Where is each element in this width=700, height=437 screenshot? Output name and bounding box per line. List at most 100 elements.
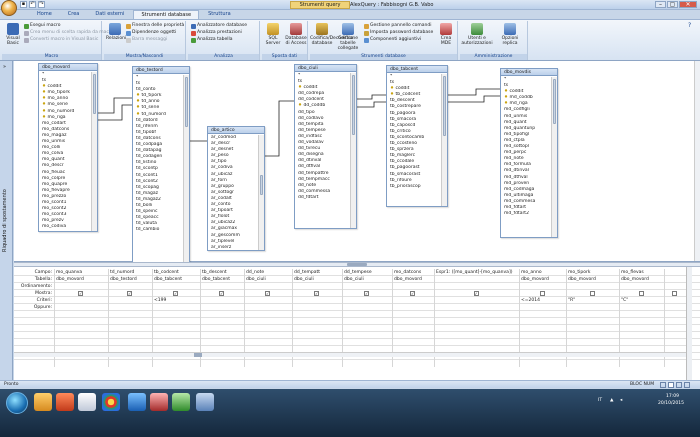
minimize-button[interactable]: – — [655, 1, 666, 8]
field-item[interactable]: tb_priorascop — [387, 184, 441, 190]
table-dbo-ciuli[interactable]: dbo_ciuli * ts ♦ coddit dd_codrepa dd_codcen… — [294, 64, 357, 229]
grid-cell-criteri[interactable]: <199 — [152, 297, 200, 304]
finestra-proprieta-button[interactable]: Finestra delle proprietà — [126, 23, 184, 29]
grid-cell-campo[interactable]: tb_codcent — [152, 269, 200, 276]
show-checkbox[interactable] — [638, 291, 644, 296]
design-vertical-scrollbar[interactable] — [694, 61, 700, 261]
grid-cell-campo[interactable] — [664, 269, 686, 276]
tab-struttura[interactable]: Struttura — [201, 10, 238, 19]
grid-horizontal-scrollbar[interactable] — [14, 352, 686, 357]
grid-cell-tabella[interactable]: dbo_ciuli — [244, 276, 292, 283]
grid-cell-tabella[interactable]: dbo_movord — [519, 276, 566, 283]
close-button[interactable]: ✕ — [679, 1, 697, 8]
grid-cell-criteri[interactable] — [434, 297, 519, 304]
show-checkbox[interactable]: ✓ — [219, 291, 224, 296]
gestione-pannello-comandi-button[interactable]: Gestione pannello comandi — [364, 23, 432, 29]
show-checkbox[interactable]: ✓ — [127, 291, 132, 296]
codifica-button[interactable]: Codifica/Decodifica database — [310, 23, 353, 46]
analizzatore-database-button[interactable]: Analizzatore database — [191, 23, 247, 29]
table-dbo-testord[interactable]: dbo_testord * ts td_conto ♦ td_tipork ♦ td_a… — [132, 66, 190, 266]
grid-cell-campo[interactable]: tb_descent — [200, 269, 244, 276]
grid-cell-criteri[interactable] — [392, 297, 434, 304]
explorer-icon[interactable] — [34, 393, 52, 411]
grid-cell-criteri[interactable] — [342, 297, 392, 304]
scrollbar-thumb[interactable] — [194, 353, 202, 357]
clock-time[interactable]: 17:09 — [666, 394, 679, 399]
scrollbar-thumb[interactable] — [260, 175, 263, 195]
language-indicator[interactable]: IT — [598, 398, 602, 403]
grid-cell-criteri[interactable] — [200, 297, 244, 304]
grid-cell-tabella[interactable]: dbo_ciuli — [342, 276, 392, 283]
table-title[interactable]: dbo_testord — [133, 67, 189, 74]
database-access-button[interactable]: Database di Access — [285, 23, 307, 46]
grid-cell-criteri[interactable] — [108, 297, 152, 304]
grid-cell-criteri[interactable]: "C" — [619, 297, 664, 304]
show-checkbox[interactable]: ✓ — [473, 291, 479, 296]
grid-cell-criteri[interactable]: "R" — [566, 297, 619, 304]
show-checkbox[interactable] — [539, 291, 545, 296]
table-dbo-tabcent[interactable]: dbo_tabcent * ts ♦ coddit ♦ tb_codcent tb_de… — [386, 65, 448, 207]
opzioni-replica-button[interactable]: Opzioni replica — [495, 23, 525, 46]
field-item[interactable]: mo_codiva — [39, 224, 91, 230]
show-checkbox[interactable]: ✓ — [314, 291, 319, 296]
grid-vertical-scrollbar[interactable] — [686, 267, 692, 380]
analizza-tabella-button[interactable]: Analizza tabella — [191, 37, 233, 43]
table-dbo-movord[interactable]: dbo_movord * ts ♦ coddit ♦ mo_tipork ♦ mo_an… — [38, 63, 98, 232]
scrollbar-thumb[interactable] — [93, 74, 96, 114]
grid-cell-campo[interactable]: mo_tipork — [566, 269, 619, 276]
show-checkbox[interactable] — [672, 291, 677, 296]
barra-messaggi-checkbox[interactable]: Barra messaggi — [126, 37, 167, 43]
grid-cell-tabella[interactable] — [434, 276, 519, 283]
grid-cell-criteri[interactable] — [664, 297, 686, 304]
grid-cell-criteri[interactable] — [54, 297, 108, 304]
chrome-icon[interactable] — [102, 393, 120, 411]
app-icon[interactable] — [128, 393, 146, 411]
scrollbar[interactable] — [551, 77, 557, 237]
grid-cell-campo[interactable]: dd_tempese — [342, 269, 392, 276]
grid-cell-tabella[interactable]: dbo_movord — [566, 276, 619, 283]
grid-cell-criteri[interactable]: <=2014 — [519, 297, 566, 304]
crea-menu-button[interactable]: Crea menu di scelta rapida da macro — [24, 30, 113, 36]
query-design-area[interactable]: dbo_movord * ts ♦ coddit ♦ mo_tipork ♦ mo_an… — [14, 61, 700, 266]
table-title[interactable]: dbo_artico — [208, 127, 264, 134]
table-dbo-movdis[interactable]: dbo_movdis * ts ♦ coddit ♦ md_coddb ♦ md_rig… — [500, 68, 558, 238]
tab-home[interactable]: Home — [30, 10, 59, 19]
grid-cell-campo[interactable]: dd_note — [244, 269, 292, 276]
maximize-button[interactable]: ▢ — [667, 1, 678, 8]
gestione-tabelle-collegate-button[interactable]: Gestione tabelle collegate — [336, 23, 360, 51]
app-icon[interactable] — [56, 393, 74, 411]
splitter-handle[interactable] — [347, 263, 367, 266]
analizza-prestazioni-button[interactable]: Analizza prestazioni — [191, 30, 242, 36]
field-item[interactable]: dd_fdtart — [295, 195, 350, 201]
table-title[interactable]: dbo_movord — [39, 64, 97, 71]
save-icon[interactable]: ▪ — [20, 1, 27, 8]
grid-cell-tabella[interactable]: dbo_tabcent — [200, 276, 244, 283]
componenti-aggiuntivi-button[interactable]: Componenti aggiuntivi — [364, 37, 421, 43]
show-checkbox[interactable]: ✓ — [265, 291, 270, 296]
scrollbar[interactable] — [441, 74, 447, 206]
scrollbar[interactable] — [183, 75, 189, 265]
imposta-password-button[interactable]: Imposta password database — [364, 30, 433, 36]
utenti-autorizzazioni-button[interactable]: Utenti e autorizzazioni — [461, 23, 493, 46]
volume-icon[interactable]: ◂ — [620, 398, 622, 403]
view-icon[interactable] — [684, 382, 690, 388]
undo-icon[interactable]: ↶ — [29, 1, 36, 8]
network-icon[interactable]: ▲ — [610, 398, 613, 403]
grid-cell-tabella[interactable]: dbo_movord — [54, 276, 108, 283]
clock-date[interactable]: 20/10/2015 — [658, 401, 684, 406]
grid-cell-campo[interactable]: Espr1: ([mo_quant]-[mo_quanva]) — [434, 269, 519, 276]
scrollbar[interactable] — [350, 73, 356, 228]
sql-server-button[interactable]: SQL Server — [263, 23, 283, 46]
scrollbar-thumb[interactable] — [443, 76, 446, 136]
scrollbar-thumb[interactable] — [553, 79, 556, 124]
esegui-macro-button[interactable]: Esegui macro — [24, 23, 60, 29]
grid-cell-tabella[interactable]: dbo_tabcent — [152, 276, 200, 283]
query-grid[interactable]: Campo: Tabella: Ordinamento: Mostra: Cri… — [14, 267, 700, 380]
field-item[interactable]: td_cambio — [133, 227, 183, 233]
table-dbo-artico[interactable]: dbo_artico ar_codmod ar_descr ar_desnet ar_… — [207, 126, 265, 251]
tab-dati-esterni[interactable]: Dati esterni — [88, 10, 131, 19]
tab-crea[interactable]: Crea — [61, 10, 87, 19]
scrollbar[interactable] — [258, 135, 264, 250]
start-button[interactable] — [6, 392, 28, 414]
relazioni-button[interactable]: Relazioni — [106, 23, 126, 41]
